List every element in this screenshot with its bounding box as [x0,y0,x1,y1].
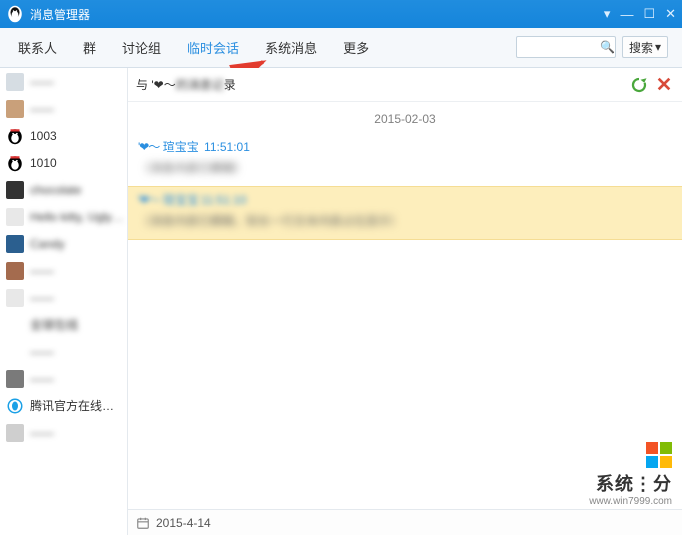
sidebar-item-8[interactable]: —— [0,284,127,311]
sidebar-item-4[interactable]: chocolate [0,176,127,203]
message-1[interactable]: '❤〜 瑄宝宝11:51:10 （消息内容已模糊，较长一行文本内容占位显示） [128,186,682,240]
sidebar-item-11[interactable]: —— [0,365,127,392]
search-button[interactable]: 搜索 ▾ [622,36,668,58]
sidebar-item-label: —— [30,291,127,305]
message-header: '❤〜 瑄宝宝11:51:10 [138,191,672,208]
message-time: 11:51:01 [201,140,250,154]
avatar [6,73,24,91]
tab-2[interactable]: 讨论组 [122,38,161,57]
toolbar: 联系人 群 讨论组 临时会话 系统消息 更多 🔍 搜索 ▾ [0,28,682,68]
avatar [6,424,24,442]
avatar [6,316,24,334]
sidebar-item-label: —— [30,426,127,440]
tab-4[interactable]: 系统消息 [265,38,317,57]
sidebar: —— —— 1003 1010 chocolate Hello kitty, Ugly… C… [0,68,128,535]
sidebar-item-10[interactable]: —— [0,338,127,365]
avatar [6,289,24,307]
sidebar-item-label: —— [30,102,127,116]
window-minimize-button[interactable]: — [620,7,633,22]
footer-date: 2015-4-14 [156,516,211,530]
search-icon: 🔍 [600,40,615,54]
tab-1[interactable]: 群 [83,38,96,57]
window-close-button[interactable]: ✕ [665,6,676,22]
tab-3[interactable]: 临时会话 [187,38,239,57]
sidebar-item-7[interactable]: —— [0,257,127,284]
message-body: （消息内容已模糊，较长一行文本内容占位显示） [138,212,672,229]
message-body: （消息内容已模糊） [138,159,672,176]
sidebar-item-label: —— [30,264,127,278]
message-speaker: 瑄宝宝 [163,140,199,154]
watermark: 系统⋮分 www.win7999.com [589,442,672,507]
avatar [6,127,24,145]
search-area: 🔍 搜索 ▾ [516,36,668,58]
tab-0[interactable]: 联系人 [18,38,57,57]
sidebar-item-2[interactable]: 1003 [0,122,127,149]
sidebar-item-0[interactable]: —— [0,68,127,95]
window-maximize-button[interactable]: ☐ [643,6,655,22]
chat-with-label: 与 '❤〜的消息记录 [136,76,236,93]
watermark-url: www.win7999.com [589,496,672,507]
sidebar-item-12[interactable]: 腾讯官方在线… [0,392,127,419]
chevron-down-icon: ▾ [655,40,661,54]
chat-header: 与 '❤〜的消息记录 [128,68,682,102]
calendar-icon[interactable] [136,516,150,530]
avatar [6,181,24,199]
delete-icon[interactable] [656,76,672,92]
message-speaker: 瑄宝宝 [163,193,199,207]
body: —— —— 1003 1010 chocolate Hello kitty, Ugly… C… [0,68,682,535]
avatar [6,262,24,280]
chat-content: 与 '❤〜的消息记录 2015-02-03 '❤〜 瑄宝宝 11:51:01 （消… [128,68,682,535]
sidebar-item-1[interactable]: —— [0,95,127,122]
sidebar-item-9[interactable]: 全球在线 [0,311,127,338]
date-separator: 2015-02-03 [128,112,682,126]
avatar [6,100,24,118]
avatar [6,370,24,388]
sidebar-item-5[interactable]: Hello kitty, Ugly… [0,203,127,230]
sidebar-item-label: 1010 [30,156,127,170]
content-footer: 2015-4-14 [128,509,682,535]
sidebar-item-label: 1003 [30,129,127,143]
sidebar-item-label: 腾讯官方在线… [30,397,127,414]
avatar [6,208,24,226]
avatar [6,343,24,361]
refresh-icon[interactable] [630,76,648,94]
titlebar: 消息管理器 ▾ — ☐ ✕ [0,0,682,28]
sidebar-item-label: 全球在线 [30,316,127,333]
sidebar-item-6[interactable]: Candy [0,230,127,257]
window-title: 消息管理器 [30,6,604,23]
sidebar-item-label: —— [30,345,127,359]
app-penguin-icon [6,5,24,23]
message-header: '❤〜 瑄宝宝 11:51:01 [138,138,672,155]
message-time: 11:51:10 [201,193,247,207]
sidebar-item-label: —— [30,372,127,386]
tab-5[interactable]: 更多 [343,38,369,57]
sidebar-item-13[interactable]: —— [0,419,127,446]
avatar [6,235,24,253]
window-menu-button[interactable]: ▾ [604,6,611,22]
avatar [6,154,24,172]
sidebar-item-label: —— [30,75,127,89]
sidebar-item-label: Candy [30,237,127,251]
watermark-text: 系统⋮分 [589,470,672,496]
search-button-label: 搜索 [629,39,653,56]
sidebar-item-label: chocolate [30,183,127,197]
sidebar-item-label: Hello kitty, Ugly… [30,210,127,224]
sidebar-item-3[interactable]: 1010 [0,149,127,176]
window-controls: ▾ — ☐ ✕ [604,6,676,22]
avatar [6,397,24,415]
message-0[interactable]: '❤〜 瑄宝宝 11:51:01 （消息内容已模糊） [128,134,682,186]
